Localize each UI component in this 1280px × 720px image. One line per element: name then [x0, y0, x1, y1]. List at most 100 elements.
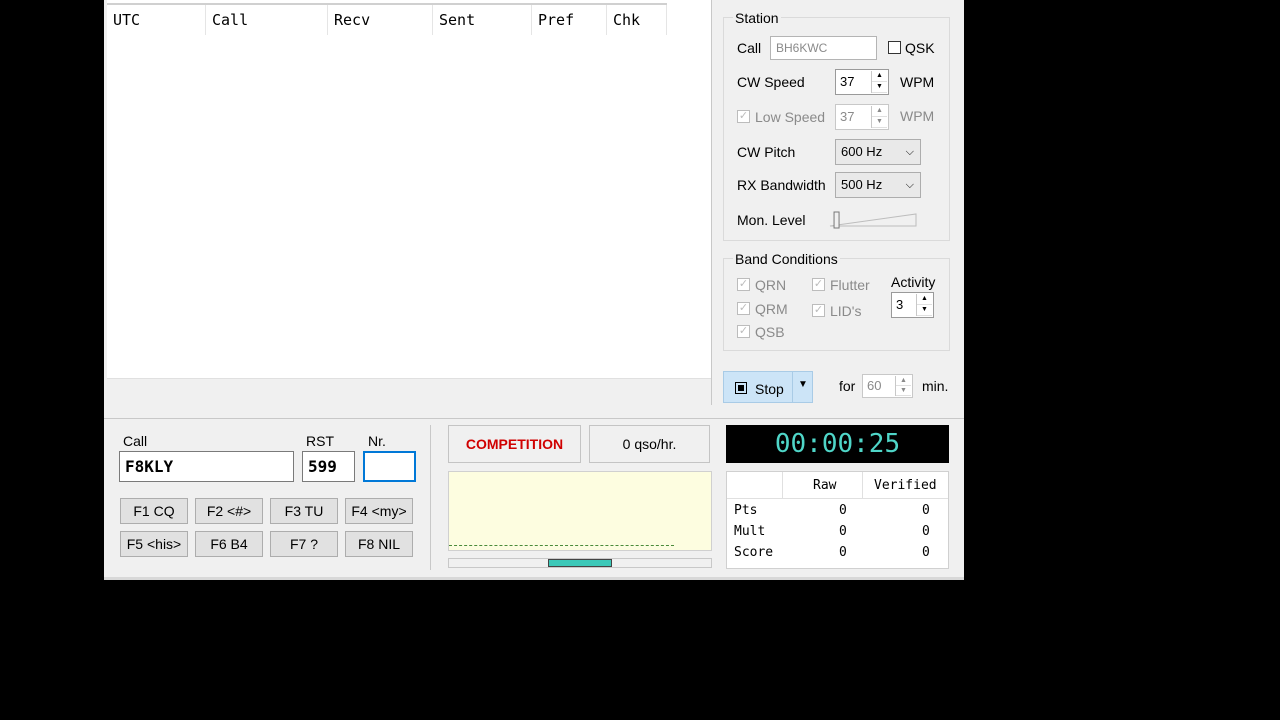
f3-tu-button[interactable]: F3 TU [270, 498, 338, 524]
signal-baseline [449, 545, 674, 546]
log-status-strip [107, 378, 711, 406]
low-speed-label: Low Speed [755, 109, 826, 125]
spin-up-icon[interactable]: ▲ [917, 294, 932, 305]
f2-number-button[interactable]: F2 <#> [195, 498, 263, 524]
divider [104, 418, 964, 419]
qso-rate: 0 qso/hr. [589, 425, 710, 463]
chevron-down-icon: ⌵ [905, 179, 914, 191]
cw-pitch-select[interactable]: 600 Hz ⌵ [835, 139, 921, 165]
for-label: for [839, 378, 856, 394]
col-recv[interactable]: Recv [328, 5, 433, 35]
chevron-down-icon: ⌵ [905, 146, 914, 158]
f4-my-button[interactable]: F4 <my> [345, 498, 413, 524]
station-call-label: Call [737, 40, 762, 56]
qrn-checkbox[interactable]: ✓ [737, 278, 750, 291]
score-raw-value: 0 [839, 524, 847, 539]
score-raw-value: 0 [839, 503, 847, 518]
mode-indicator: COMPETITION [448, 425, 581, 463]
cw-pitch-label: CW Pitch [737, 144, 796, 160]
morse-runner-window: UTC Call Recv Sent Pref Chk Station Call… [104, 0, 964, 580]
nr-label: Nr. [368, 433, 386, 449]
qrn-label: QRN [755, 277, 787, 293]
score-verified-value: 0 [922, 545, 930, 560]
col-sent[interactable]: Sent [433, 5, 532, 35]
lids-label: LID's [830, 303, 862, 319]
qso-log-list[interactable]: UTC Call Recv Sent Pref Chk [107, 0, 712, 406]
mon-level-label: Mon. Level [737, 212, 806, 228]
band-conditions-title: Band Conditions [733, 251, 840, 267]
rst-input[interactable]: 599 [302, 451, 355, 482]
mon-level-slider[interactable] [828, 204, 918, 230]
score-row-label: Mult [734, 524, 766, 539]
entry-call-input[interactable]: F8KLY [119, 451, 294, 482]
spin-up-icon[interactable]: ▲ [896, 376, 911, 386]
elapsed-timer: 00:00:25 [726, 425, 949, 463]
rx-bandwidth-label: RX Bandwidth [737, 177, 826, 193]
f5-his-button[interactable]: F5 <his> [120, 531, 188, 557]
flutter-label: Flutter [830, 277, 870, 293]
score-verified-value: 0 [922, 524, 930, 539]
f6-b4-button[interactable]: F6 B4 [195, 531, 263, 557]
rx-bandwidth-value: 500 Hz [841, 177, 883, 192]
score-row-label: Pts [734, 503, 758, 518]
score-table: Raw Verified Pts 0 0 Mult 0 0 Score 0 0 [726, 471, 949, 569]
station-call-input[interactable]: BH6KWC [770, 36, 877, 60]
qsk-label: QSK [905, 40, 935, 56]
duration-spinner[interactable]: 60 ▲ ▼ [862, 374, 913, 398]
score-raw-value: 0 [839, 545, 847, 560]
spin-up-icon[interactable]: ▲ [872, 106, 887, 117]
cw-pitch-value: 600 Hz [841, 144, 883, 159]
stop-split-button[interactable]: Stop ▼ [723, 371, 813, 403]
col-pref[interactable]: Pref [532, 5, 607, 35]
cw-speed-value: 37 [840, 74, 855, 89]
activity-spinner[interactable]: 3 ▲ ▼ [891, 292, 934, 318]
col-utc[interactable]: UTC [107, 5, 206, 35]
score-header: Raw Verified [727, 472, 948, 499]
low-speed-checkbox[interactable]: ✓ [737, 110, 750, 123]
low-speed-spinner[interactable]: 37 ▲ ▼ [835, 104, 889, 130]
cw-speed-spinner[interactable]: 37 ▲ ▼ [835, 69, 889, 95]
duration-value: 60 [867, 378, 882, 393]
spin-down-icon[interactable]: ▼ [872, 117, 887, 128]
score-row-label: Score [734, 545, 774, 560]
flutter-checkbox[interactable]: ✓ [812, 278, 825, 291]
station-title: Station [733, 10, 781, 26]
qrm-label: QRM [755, 301, 788, 317]
cw-speed-unit: WPM [900, 74, 935, 90]
low-speed-value: 37 [840, 109, 855, 124]
spin-down-icon[interactable]: ▼ [896, 386, 911, 396]
stop-label: Stop [755, 381, 784, 397]
entry-call-label: Call [123, 433, 148, 449]
tuning-scrollbar[interactable] [448, 558, 712, 568]
low-speed-unit: WPM [900, 108, 935, 124]
f1-cq-button[interactable]: F1 CQ [120, 498, 188, 524]
spin-up-icon[interactable]: ▲ [872, 71, 887, 82]
rx-bandwidth-select[interactable]: 500 Hz ⌵ [835, 172, 921, 198]
lids-checkbox[interactable]: ✓ [812, 304, 825, 317]
stop-icon [735, 382, 747, 394]
f7-query-button[interactable]: F7 ? [270, 531, 338, 557]
dropdown-arrow-icon[interactable]: ▼ [798, 379, 808, 390]
nr-input[interactable] [363, 451, 416, 482]
activity-value: 3 [896, 297, 904, 312]
spin-down-icon[interactable]: ▼ [917, 305, 932, 316]
spin-down-icon[interactable]: ▼ [872, 82, 887, 93]
status-bar [104, 577, 964, 580]
qsb-label: QSB [755, 324, 785, 340]
col-call[interactable]: Call [206, 5, 328, 35]
qrm-checkbox[interactable]: ✓ [737, 302, 750, 315]
scroll-thumb[interactable] [548, 559, 612, 567]
f8-nil-button[interactable]: F8 NIL [345, 531, 413, 557]
qsk-checkbox[interactable] [888, 41, 901, 54]
score-head-verified: Verified [874, 478, 937, 493]
qsb-checkbox[interactable]: ✓ [737, 325, 750, 338]
cw-speed-spin-buttons[interactable]: ▲ ▼ [871, 71, 887, 93]
band-map-panel [448, 471, 712, 551]
activity-spin-buttons[interactable]: ▲ ▼ [916, 294, 932, 316]
duration-spin-buttons[interactable]: ▲ ▼ [895, 376, 911, 396]
rst-label: RST [306, 433, 334, 449]
activity-label: Activity [891, 274, 936, 290]
divider [430, 425, 431, 570]
low-speed-spin-buttons[interactable]: ▲ ▼ [871, 106, 887, 128]
col-chk[interactable]: Chk [607, 5, 667, 35]
